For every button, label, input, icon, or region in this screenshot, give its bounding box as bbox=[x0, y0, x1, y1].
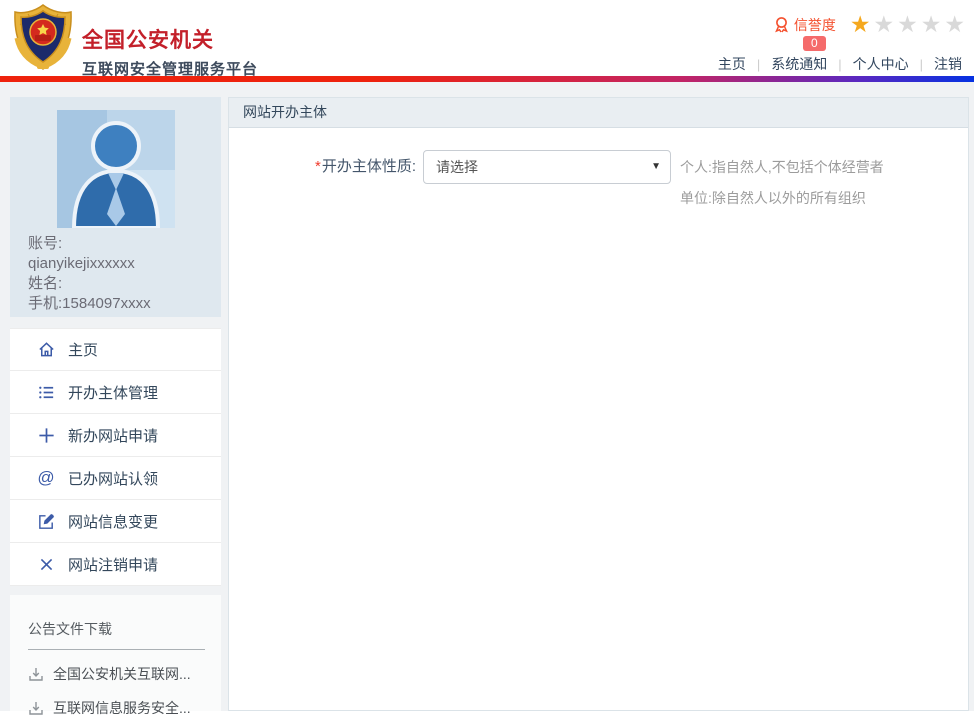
select-value: 请选择 bbox=[436, 159, 478, 175]
nav-link-system-notice[interactable]: 系统通知 bbox=[771, 54, 827, 74]
star-icon: ★ bbox=[850, 11, 874, 37]
panel-title: 网站开办主体 bbox=[229, 98, 968, 128]
list-icon bbox=[36, 382, 56, 402]
nav-link-logout[interactable]: 注销 bbox=[934, 54, 962, 74]
sidebar-item-website-cancellation[interactable]: 网站注销申请 bbox=[10, 543, 221, 586]
download-link-label: 全国公安机关互联网... bbox=[53, 664, 191, 684]
main-panel: 网站开办主体 *开办主体性质: 请选择 ▼ 个人:指自然人,不包括个体经营者 单… bbox=[228, 97, 969, 711]
account-label: 账号: bbox=[28, 234, 221, 254]
sidebar-item-subject-management[interactable]: 开办主体管理 bbox=[10, 371, 221, 414]
downloads-title: 公告文件下载 bbox=[28, 619, 221, 639]
field-label-text: 开办主体性质: bbox=[322, 158, 416, 175]
phone-row: 手机:1584097xxxx bbox=[28, 294, 221, 314]
sidebar-item-new-website-application[interactable]: 新办网站申请 bbox=[10, 414, 221, 457]
plus-icon bbox=[36, 425, 56, 445]
site-title: 全国公安机关 bbox=[82, 24, 258, 54]
sidebar-item-website-info-change[interactable]: 网站信息变更 bbox=[10, 500, 221, 543]
phone-label: 手机: bbox=[28, 295, 62, 312]
sidebar-item-label: 已办网站认领 bbox=[68, 468, 158, 489]
star-icon: ★ bbox=[921, 11, 945, 37]
top-nav: 主页 | 系统通知 | 个人中心 | 注销 bbox=[718, 54, 962, 74]
sidebar-item-label: 网站信息变更 bbox=[68, 511, 158, 532]
credit-label: 信誉度 bbox=[794, 15, 836, 35]
chevron-down-icon: ▼ bbox=[651, 151, 661, 183]
star-icon: ★ bbox=[897, 11, 921, 37]
downloads-panel: 公告文件下载 全国公安机关互联网... 互联网信息服务安全... bbox=[10, 595, 221, 711]
sidebar-item-home[interactable]: 主页 bbox=[10, 328, 221, 371]
profile-info: 账号: qianyikejixxxxxx 姓名: 手机:1584097xxxx bbox=[10, 228, 221, 314]
sidebar-item-label: 主页 bbox=[68, 339, 98, 360]
notification-count-badge: 0 bbox=[803, 36, 826, 51]
star-icon: ★ bbox=[874, 11, 898, 37]
avatar bbox=[57, 110, 175, 228]
sidebar-item-label: 网站注销申请 bbox=[68, 554, 158, 575]
subject-nature-select[interactable]: 请选择 ▼ bbox=[423, 150, 671, 184]
credit-rating: 信誉度 ★★★★★ bbox=[773, 13, 968, 36]
sidebar-menu: 主页 开办主体管理 新办网站申请 @ 已办网站认领 网站信息变更 bbox=[10, 328, 221, 586]
divider bbox=[28, 649, 205, 650]
required-mark: * bbox=[315, 158, 321, 175]
brand-block: 全国公安机关 互联网安全管理服务平台 bbox=[82, 24, 258, 79]
name-label: 姓名: bbox=[28, 274, 221, 294]
help-line-unit: 单位:除自然人以外的所有组织 bbox=[680, 188, 884, 208]
home-icon bbox=[36, 340, 56, 360]
medal-icon bbox=[773, 16, 790, 33]
download-link[interactable]: 互联网信息服务安全... bbox=[28, 698, 221, 718]
edit-icon bbox=[36, 511, 56, 531]
nav-link-personal-center[interactable]: 个人中心 bbox=[853, 54, 909, 74]
sidebar-item-label: 开办主体管理 bbox=[68, 382, 158, 403]
account-value: qianyikejixxxxxx bbox=[28, 254, 221, 274]
subject-nature-form-row: *开办主体性质: 请选择 ▼ 个人:指自然人,不包括个体经营者 单位:除自然人以… bbox=[229, 128, 968, 208]
star-icon: ★ bbox=[944, 11, 968, 37]
field-help-text: 个人:指自然人,不包括个体经营者 单位:除自然人以外的所有组织 bbox=[680, 150, 884, 208]
field-label: *开办主体性质: bbox=[229, 150, 416, 184]
divider: | bbox=[838, 57, 841, 72]
close-icon bbox=[36, 554, 56, 574]
download-icon bbox=[28, 666, 44, 682]
sidebar-item-claim-existing-website[interactable]: @ 已办网站认领 bbox=[10, 457, 221, 500]
nav-link-home[interactable]: 主页 bbox=[718, 54, 746, 74]
divider: | bbox=[757, 57, 760, 72]
police-badge-logo bbox=[8, 2, 78, 72]
at-icon: @ bbox=[36, 468, 56, 488]
help-line-personal: 个人:指自然人,不包括个体经营者 bbox=[680, 150, 884, 184]
stars: ★★★★★ bbox=[850, 13, 968, 36]
divider: | bbox=[920, 57, 923, 72]
download-link-label: 互联网信息服务安全... bbox=[53, 698, 191, 718]
top-header: 全国公安机关 互联网安全管理服务平台 信誉度 ★★★★★ 0 主页 | 系统通知… bbox=[0, 0, 974, 76]
download-link[interactable]: 全国公安机关互联网... bbox=[28, 664, 221, 684]
sidebar-item-label: 新办网站申请 bbox=[68, 425, 158, 446]
profile-panel: 账号: qianyikejixxxxxx 姓名: 手机:1584097xxxx bbox=[10, 97, 221, 317]
phone-value: 1584097xxxx bbox=[62, 295, 150, 312]
download-icon bbox=[28, 700, 44, 716]
